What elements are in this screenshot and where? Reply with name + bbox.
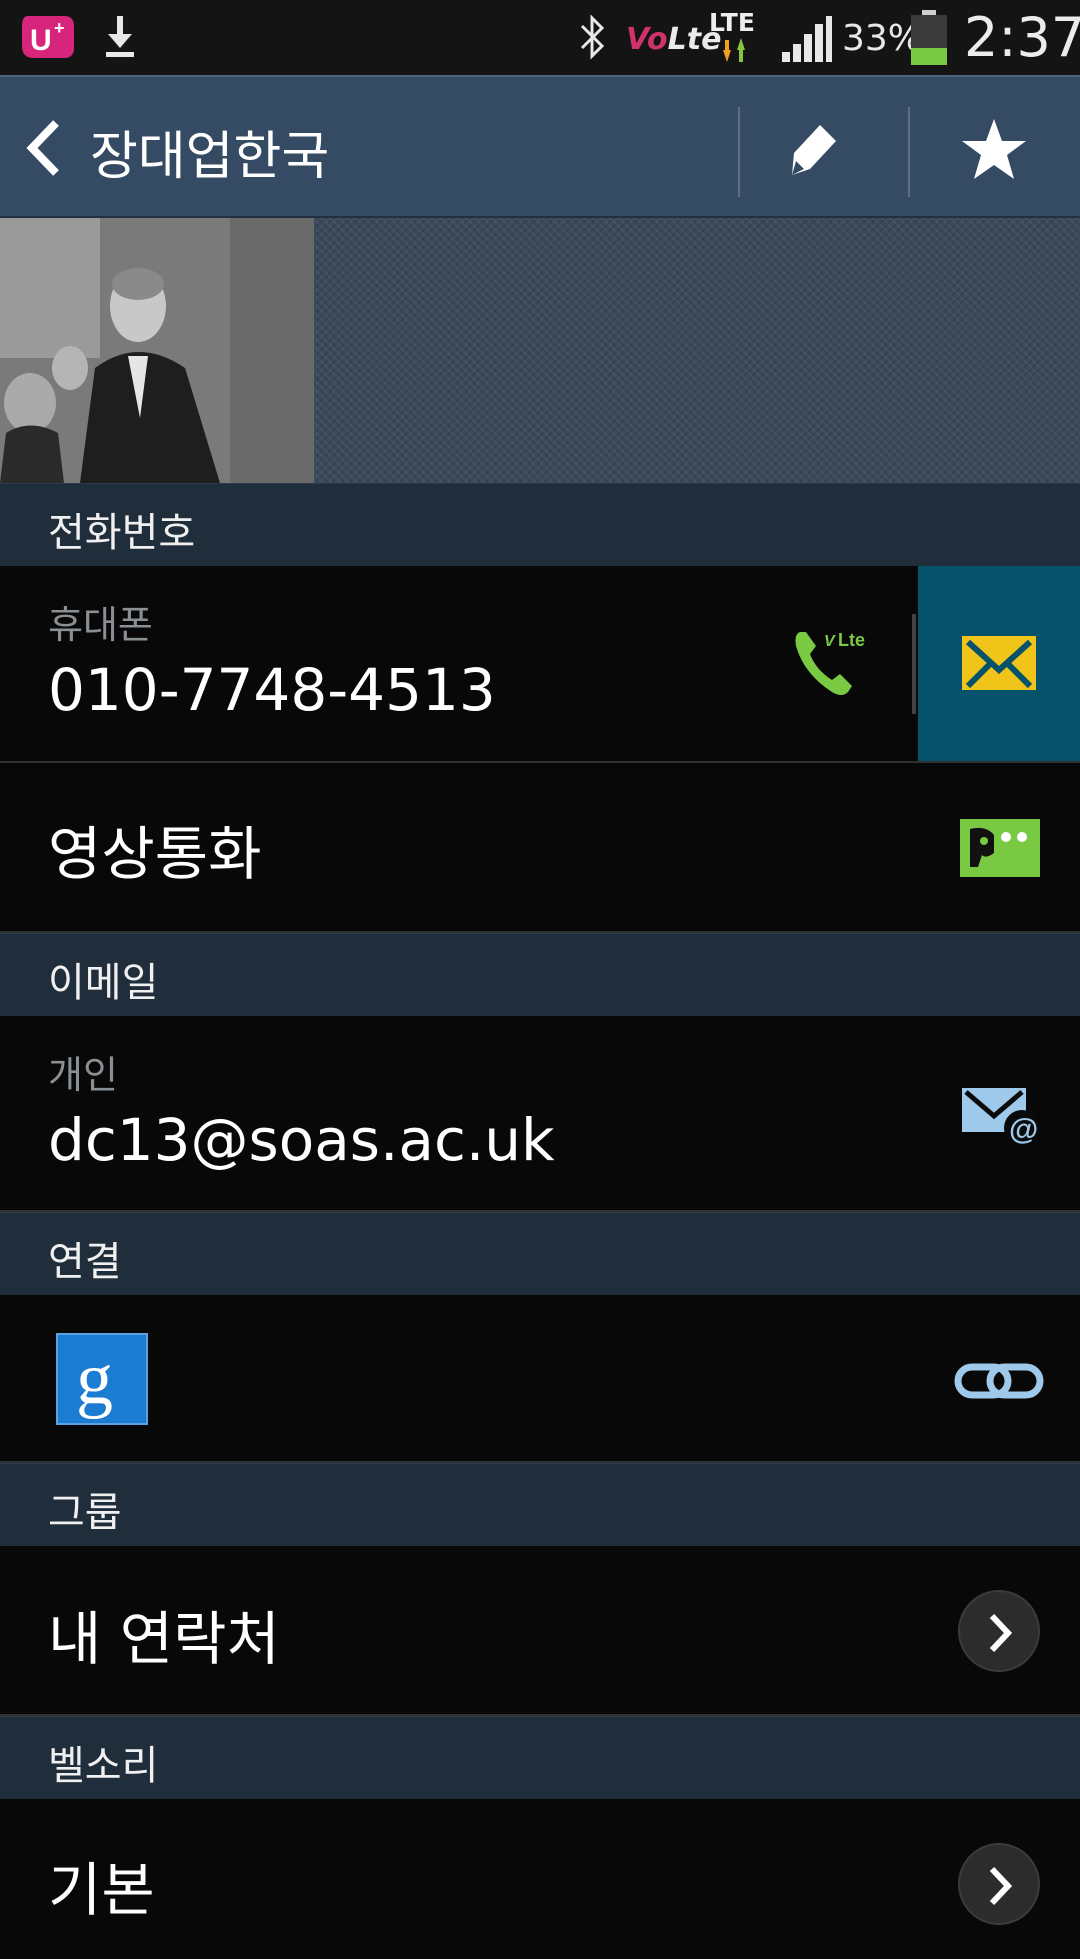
- ringtone-chevron-button[interactable]: [958, 1843, 1040, 1925]
- chevron-right-icon: [989, 1613, 1013, 1653]
- network-type: LTE: [709, 8, 755, 37]
- video-call-label: 영상통화: [48, 820, 262, 888]
- bluetooth-icon: [580, 14, 605, 60]
- star-icon: [962, 119, 1026, 179]
- video-call-row[interactable]: 영상통화: [0, 763, 1080, 933]
- ringtone-value: 기본: [48, 1856, 155, 1924]
- google-account-icon[interactable]: g: [56, 1333, 148, 1425]
- signal-icon: [782, 16, 832, 62]
- send-email-icon[interactable]: @: [960, 1084, 1044, 1148]
- connection-row[interactable]: g: [0, 1295, 1080, 1463]
- call-badge-text: Lte: [838, 630, 865, 650]
- section-header-ringtone: 벨소리: [0, 1716, 1080, 1799]
- video-call-icon[interactable]: [960, 819, 1040, 877]
- section-title: 벨소리: [48, 1743, 159, 1789]
- divider: [738, 107, 740, 197]
- email-address[interactable]: dc13@soas.ac.uk: [48, 1106, 555, 1174]
- favorite-button[interactable]: [944, 115, 1044, 185]
- section-title: 전화번호: [48, 510, 196, 556]
- volte-icon: VoLte: [626, 22, 721, 57]
- section-header-email: 이메일: [0, 933, 1080, 1016]
- edit-button[interactable]: [760, 115, 860, 185]
- ringtone-row[interactable]: 기본: [0, 1799, 1080, 1959]
- group-chevron-button[interactable]: [958, 1590, 1040, 1672]
- svg-text:V: V: [824, 633, 836, 650]
- status-bar: U + VoLte LTE 33% 2:37: [0, 0, 1080, 75]
- divider: [912, 614, 916, 714]
- section-title: 이메일: [48, 960, 159, 1006]
- group-value: 내 연락처: [48, 1605, 280, 1673]
- link-icon[interactable]: [954, 1361, 1044, 1401]
- phone-type-label: 휴대폰: [48, 603, 153, 647]
- email-type-label: 개인: [48, 1053, 118, 1097]
- section-header-phone: 전화번호: [0, 483, 1080, 566]
- chevron-left-icon: [26, 120, 59, 176]
- volte-v-text: Vo: [626, 22, 668, 57]
- phone-row[interactable]: 휴대폰 010-7748-4513 V Lte: [0, 566, 1080, 763]
- battery-icon: [911, 10, 947, 65]
- svg-text:U: U: [30, 24, 52, 57]
- section-title: 그룹: [48, 1490, 122, 1536]
- back-button[interactable]: [22, 117, 72, 179]
- section-header-connection: 연결: [0, 1212, 1080, 1295]
- action-bar: 장대업한국: [0, 75, 1080, 218]
- svg-text:@: @: [1009, 1113, 1038, 1146]
- divider: [908, 107, 910, 197]
- volte-call-icon[interactable]: V Lte: [790, 624, 890, 704]
- section-title: 연결: [48, 1239, 122, 1285]
- lte-data-icon: LTE: [709, 8, 765, 66]
- contact-photo[interactable]: [0, 218, 314, 483]
- pencil-icon: [792, 125, 836, 175]
- phone-number[interactable]: 010-7748-4513: [48, 656, 496, 724]
- email-row[interactable]: 개인 dc13@soas.ac.uk @: [0, 1016, 1080, 1212]
- contact-name-title: 장대업한국: [90, 127, 330, 187]
- contact-header-background: [0, 218, 1080, 483]
- group-row[interactable]: 내 연락처: [0, 1546, 1080, 1716]
- envelope-icon: [962, 636, 1036, 690]
- download-icon: [106, 16, 134, 57]
- svg-text:+: +: [54, 18, 65, 38]
- message-button[interactable]: [918, 566, 1080, 761]
- uplus-icon: U +: [22, 16, 74, 58]
- google-letter: g: [76, 1338, 113, 1420]
- chevron-right-icon: [989, 1866, 1013, 1906]
- clock: 2:37: [964, 6, 1080, 69]
- data-arrows-icon: [723, 38, 745, 62]
- section-header-group: 그룹: [0, 1463, 1080, 1546]
